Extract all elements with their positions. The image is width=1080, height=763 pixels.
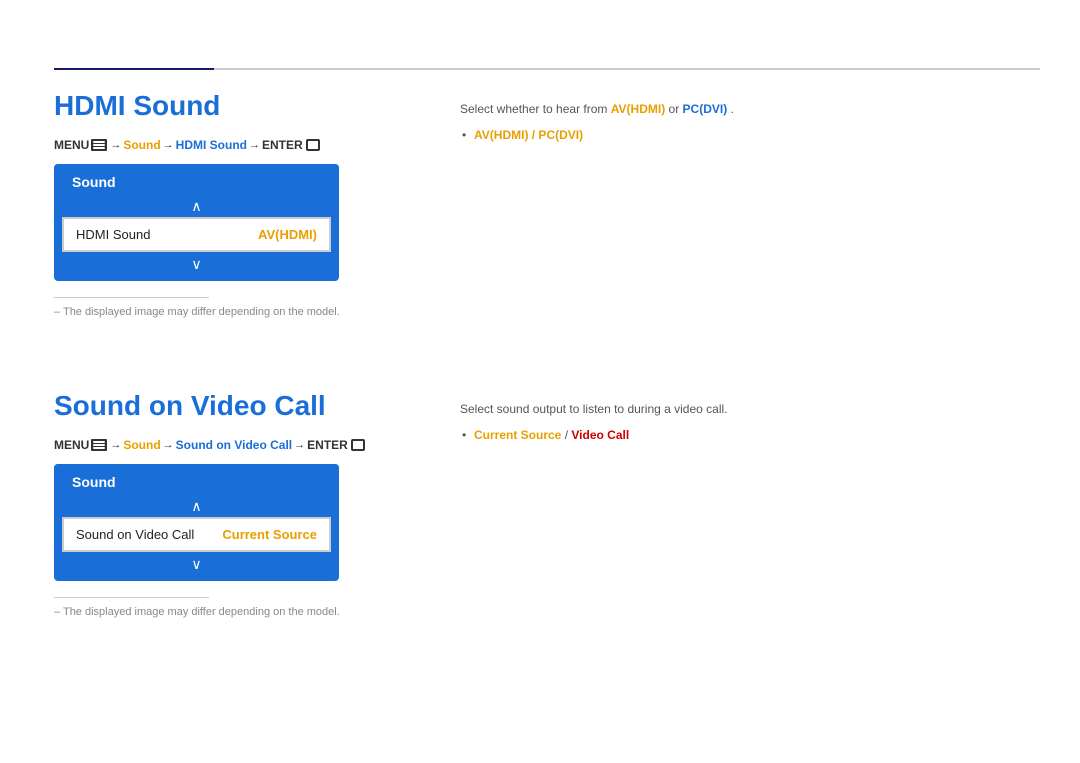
svc-arrow3: → (294, 439, 305, 451)
svc-title: Sound on Video Call (54, 390, 444, 422)
enter-icon (306, 139, 320, 151)
hdmi-desc-intro: Select whether to hear from (460, 102, 607, 116)
hdmi-bullet-list: AV(HDMI) / PC(DVI) (460, 126, 1050, 145)
svc-chevron-up (54, 496, 339, 517)
svc-item-value: Current Source (222, 527, 317, 542)
svc-menu-path: MENU → Sound → Sound on Video Call → ENT… (54, 438, 444, 452)
svc-highlight-link: Sound on Video Call (176, 438, 292, 452)
svc-arrow2: → (163, 439, 174, 451)
svc-menu-icon (91, 439, 107, 451)
svc-note: – The displayed image may differ dependi… (54, 606, 444, 618)
hdmi-desc-text: Select whether to hear from AV(HDMI) or … (460, 100, 1050, 118)
hdmi-sound-title: HDMI Sound (54, 90, 444, 122)
hdmi-chevron-up (54, 196, 339, 217)
svc-sound-link: Sound (123, 438, 160, 452)
svc-enter-icon (351, 439, 365, 451)
hdmi-bullet-text: AV(HDMI) / PC(DVI) (474, 128, 583, 142)
hdmi-item-label: HDMI Sound (76, 227, 150, 242)
svc-section: Sound on Video Call MENU → Sound → Sound… (54, 390, 444, 618)
hdmi-menu-header: Sound (54, 164, 339, 196)
hdmi-desc-connector: or (669, 102, 680, 116)
svc-description: Select sound output to listen to during … (460, 400, 1050, 445)
hdmi-item-value: AV(HDMI) (258, 227, 317, 242)
hdmi-menu-path: MENU → Sound → HDMI Sound → ENTER (54, 138, 444, 152)
svc-tv-menu: Sound Sound on Video Call Current Source (54, 464, 339, 581)
svc-chevron-down (54, 552, 339, 581)
hdmi-sound-link: HDMI Sound (176, 138, 247, 152)
svc-divider (54, 597, 209, 598)
svc-arrow1: → (110, 439, 121, 451)
arrow2: → (163, 139, 174, 151)
hdmi-description: Select whether to hear from AV(HDMI) or … (460, 100, 1050, 145)
svc-menu-item: Sound on Video Call Current Source (62, 517, 331, 552)
hdmi-sound-section: HDMI Sound MENU → Sound → HDMI Sound → E… (54, 90, 444, 318)
svc-bullet-item2: Video Call (571, 428, 629, 442)
svc-item-label: Sound on Video Call (76, 527, 194, 542)
hdmi-desc-highlight2: PC(DVI) (683, 102, 728, 116)
sound-link: Sound (123, 138, 160, 152)
top-divider (54, 68, 1040, 70)
hdmi-desc-highlight1: AV(HDMI) (611, 102, 665, 116)
svc-bullet-item1: Current Source (474, 428, 561, 442)
hdmi-divider (54, 297, 209, 298)
hdmi-note: – The displayed image may differ dependi… (54, 306, 444, 318)
svc-menu-label: MENU (54, 438, 89, 452)
svc-menu-header: Sound (54, 464, 339, 496)
hdmi-menu-item: HDMI Sound AV(HDMI) (62, 217, 331, 252)
svc-bullet-item: Current Source / Video Call (474, 426, 1050, 445)
menu-label: MENU (54, 138, 89, 152)
hdmi-chevron-down (54, 252, 339, 281)
svc-bullet-list: Current Source / Video Call (460, 426, 1050, 445)
arrow1: → (110, 139, 121, 151)
svc-enter-label: ENTER (307, 438, 348, 452)
arrow3: → (249, 139, 260, 151)
hdmi-tv-menu: Sound HDMI Sound AV(HDMI) (54, 164, 339, 281)
enter-label: ENTER (262, 138, 303, 152)
menu-icon (91, 139, 107, 151)
hdmi-bullet-item: AV(HDMI) / PC(DVI) (474, 126, 1050, 145)
svc-desc-text: Select sound output to listen to during … (460, 400, 1050, 418)
